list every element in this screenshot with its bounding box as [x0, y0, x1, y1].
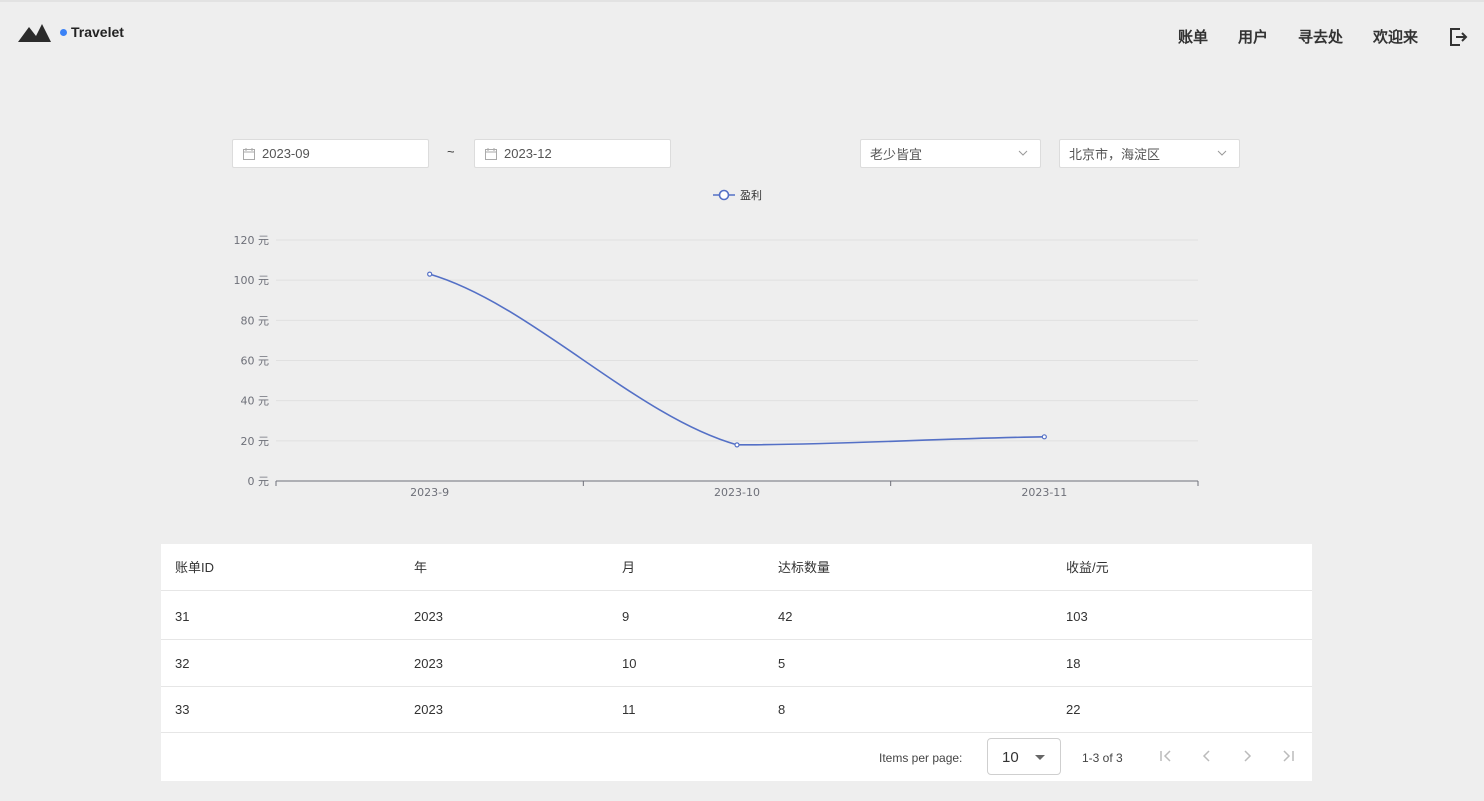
cell-month: 11	[622, 702, 636, 717]
start-date-picker[interactable]: 2023-09	[232, 139, 429, 168]
bills-table: 账单ID 年 月 达标数量 收益/元 31 2023 9 42 103 32 2…	[161, 544, 1312, 781]
y-tick-label: 120 元	[234, 234, 270, 247]
table-row[interactable]: 32 2023 10 5 18	[161, 640, 1312, 687]
logout-icon[interactable]	[1448, 27, 1468, 47]
cell-qualified-count: 5	[778, 656, 786, 671]
cell-bill-id: 33	[175, 702, 190, 717]
nav-item-users[interactable]: 用户	[1238, 26, 1268, 47]
cell-year: 2023	[414, 609, 443, 624]
cell-revenue: 18	[1066, 656, 1081, 671]
header-bill-id[interactable]: 账单ID	[175, 544, 214, 591]
nav-item-destinations[interactable]: 寻去处	[1298, 26, 1343, 47]
page-size-select[interactable]: 10	[987, 738, 1061, 775]
table-row[interactable]: 31 2023 9 42 103	[161, 593, 1312, 640]
table-header-row: 账单ID 年 月 达标数量 收益/元	[161, 544, 1312, 591]
chevron-down-icon	[1018, 150, 1028, 156]
table-row[interactable]: 33 2023 11 8 22	[161, 686, 1312, 733]
region-select[interactable]: 北京市，海淀区	[1059, 139, 1240, 168]
mountain-icon	[18, 24, 51, 42]
date-range-separator: ~	[447, 144, 455, 159]
next-page-icon[interactable]	[1238, 747, 1256, 765]
nav-item-bills[interactable]: 账单	[1178, 26, 1208, 47]
cell-revenue: 22	[1066, 702, 1081, 717]
cell-month: 10	[622, 656, 637, 671]
cell-bill-id: 32	[175, 656, 190, 671]
cell-month: 9	[622, 609, 630, 624]
paginator: Items per page: 10 1-3 of 3	[161, 733, 1312, 781]
category-select-value: 老少皆宜	[870, 147, 923, 162]
x-tick-label: 2023-10	[714, 486, 760, 499]
y-tick-label: 40 元	[241, 395, 270, 408]
first-page-icon[interactable]	[1157, 747, 1175, 765]
data-point	[734, 442, 740, 448]
nav-item-welcome[interactable]: 欢迎来	[1373, 26, 1418, 47]
region-select-value: 北京市，海淀区	[1069, 147, 1161, 162]
page-range-label: 1-3 of 3	[1082, 751, 1123, 765]
end-date-picker[interactable]: 2023-12	[474, 139, 671, 168]
brand-dot	[60, 28, 67, 36]
cell-year: 2023	[414, 702, 443, 717]
brand-name: Travelet	[71, 24, 124, 40]
category-select[interactable]: 老少皆宜	[860, 139, 1041, 168]
y-tick-label: 0 元	[248, 475, 270, 488]
dropdown-arrow-icon	[1035, 755, 1045, 760]
y-tick-label: 60 元	[241, 355, 270, 368]
last-page-icon[interactable]	[1279, 747, 1297, 765]
data-point	[427, 271, 433, 277]
page-size-value: 10	[1002, 749, 1019, 766]
calendar-icon	[243, 147, 255, 160]
y-tick-label: 80 元	[241, 314, 270, 327]
y-tick-label: 100 元	[234, 274, 270, 287]
header-revenue[interactable]: 收益/元	[1066, 544, 1109, 591]
cell-qualified-count: 8	[778, 702, 786, 717]
cell-year: 2023	[414, 656, 443, 671]
series-line	[429, 273, 1045, 446]
cell-qualified-count: 42	[778, 609, 793, 624]
app-header: Travelet 账单 用户 寻去处 欢迎来	[0, 2, 1484, 68]
data-point	[1041, 434, 1047, 440]
profit-line-chart: 0 元 20 元 40 元 60 元 80 元 100 元 120 元 2023-9 2023-…	[234, 189, 1199, 499]
brand-logo[interactable]: Travelet	[18, 22, 124, 42]
main-nav: 账单 用户 寻去处 欢迎来	[1178, 26, 1468, 47]
previous-page-icon[interactable]	[1198, 747, 1216, 765]
end-date-value: 2023-12	[504, 146, 552, 161]
y-tick-label: 20 元	[241, 435, 270, 448]
cell-bill-id: 31	[175, 609, 190, 624]
header-year[interactable]: 年	[414, 544, 427, 591]
header-month[interactable]: 月	[622, 544, 635, 591]
cell-revenue: 103	[1066, 609, 1088, 624]
x-tick-label: 2023-11	[1021, 486, 1067, 499]
chevron-down-icon	[1217, 150, 1227, 156]
legend-marker-icon	[718, 189, 730, 201]
items-per-page-label: Items per page:	[879, 751, 963, 765]
calendar-icon	[485, 147, 497, 160]
start-date-value: 2023-09	[262, 146, 310, 161]
legend-label: 盈利	[740, 189, 762, 202]
x-tick-label: 2023-9	[410, 486, 449, 499]
header-qualified-count[interactable]: 达标数量	[778, 544, 830, 591]
